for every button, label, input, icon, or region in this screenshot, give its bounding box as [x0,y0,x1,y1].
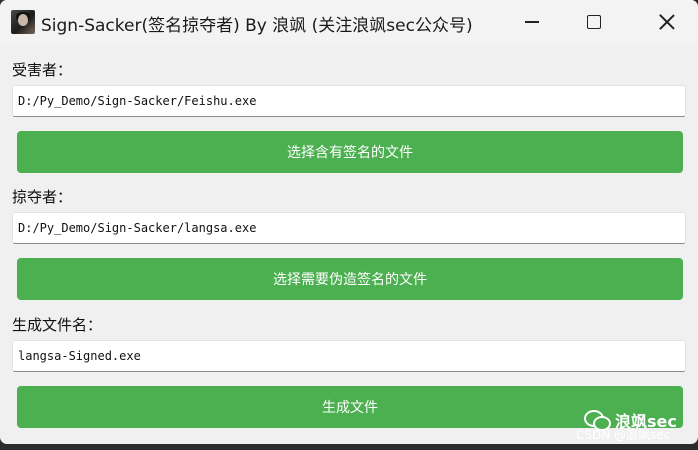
output-filename-field[interactable]: langsa-Signed.exe [12,340,686,372]
minimize-button[interactable] [501,0,563,44]
app-avatar-icon [11,10,35,34]
output-filename-label: 生成文件名： [12,316,103,334]
minimize-icon [525,21,539,23]
close-button[interactable] [636,0,698,44]
csdn-watermark: CSDN @浪飒sec [576,428,671,442]
app-window: Sign-Sacker(签名掠夺者) By 浪飒 (关注浪飒sec公众号) 受害… [0,0,698,444]
window-title: Sign-Sacker(签名掠夺者) By 浪飒 (关注浪飒sec公众号) [41,16,473,36]
plunderer-label: 掠夺者： [12,188,73,206]
maximize-button[interactable] [563,0,625,44]
plunderer-path-field[interactable]: D:/Py_Demo/Sign-Sacker/langsa.exe [12,212,686,244]
select-target-file-button[interactable]: 选择需要伪造签名的文件 [17,258,683,300]
title-bar[interactable]: Sign-Sacker(签名掠夺者) By 浪飒 (关注浪飒sec公众号) [0,0,698,44]
close-icon [659,14,675,30]
select-signed-file-button[interactable]: 选择含有签名的文件 [17,131,683,173]
victim-label: 受害者： [12,61,73,79]
victim-path-field[interactable]: D:/Py_Demo/Sign-Sacker/Feishu.exe [12,85,686,117]
maximize-icon [587,15,601,29]
